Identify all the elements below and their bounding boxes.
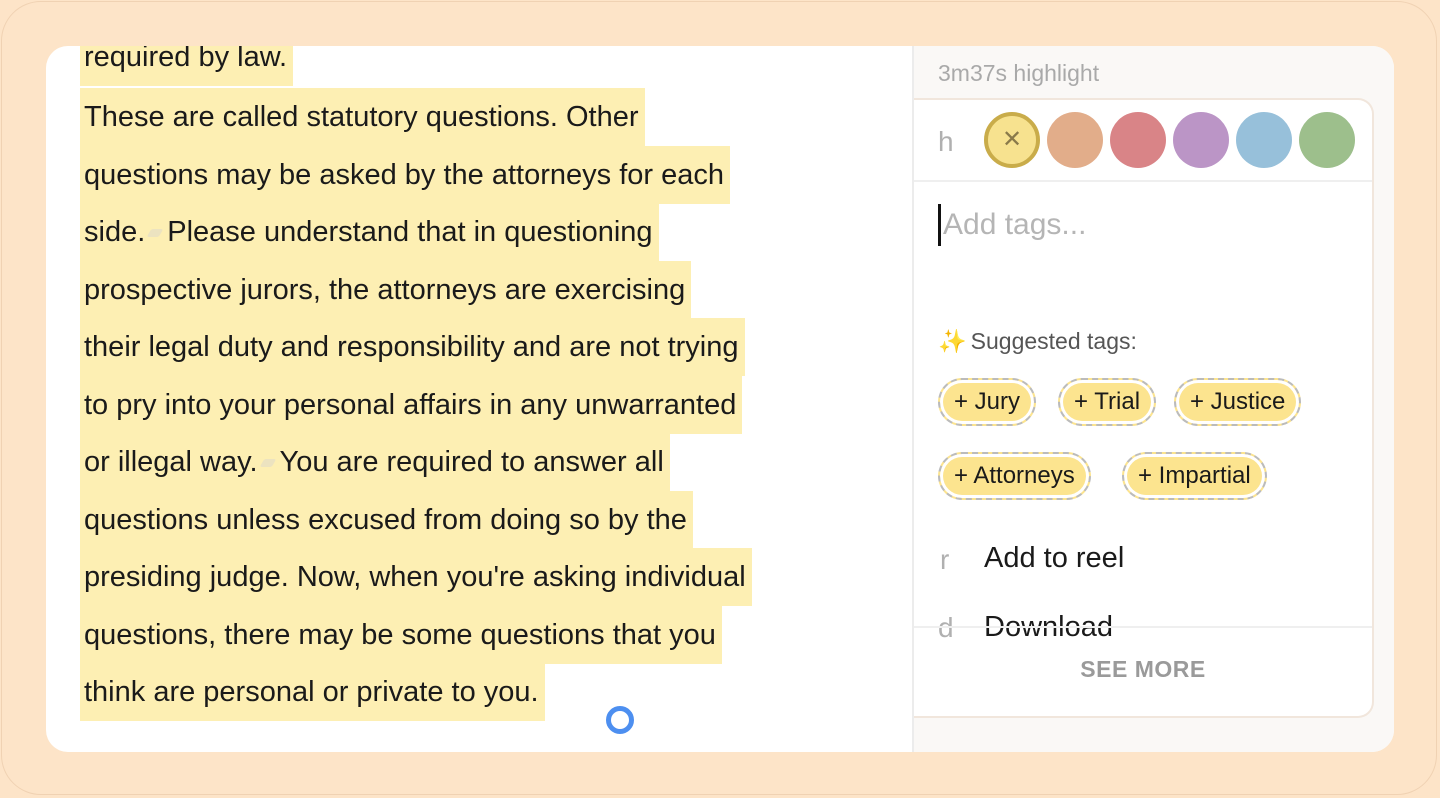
reel-hotkey-hint: r <box>940 544 950 575</box>
transcript-line[interactable]: presiding judge. Now, when you're asking… <box>80 548 752 606</box>
suggested-tags-label: ✨ Suggested tags: <box>938 328 1137 355</box>
color-swatch-blue[interactable] <box>1236 112 1292 168</box>
divider <box>914 180 1372 182</box>
transcript-line[interactable]: prospective jurors, the attorneys are ex… <box>80 261 692 319</box>
highlight-panel: 3m37s highlight h ✕ ✨Suggested tags: + J… <box>912 46 1394 752</box>
transcript-line[interactable]: their legal duty and responsibility and … <box>80 318 745 376</box>
transcript-text: side. <box>84 216 146 248</box>
suggested-tag-trial[interactable]: + Trial <box>1058 378 1157 426</box>
suggested-tags-text: Suggested tags: <box>970 328 1137 354</box>
color-hotkey-hint: h <box>938 126 954 157</box>
suggested-tag-justice[interactable]: + Justice <box>1174 378 1302 426</box>
color-swatch-red[interactable] <box>1110 112 1166 168</box>
segment-marker-icon <box>146 229 164 238</box>
suggested-tag-attorneys[interactable]: + Attorneys <box>938 452 1091 500</box>
content-card: required by law. These are called statut… <box>46 46 1394 752</box>
transcript-line[interactable]: questions, there may be some questions t… <box>80 606 722 664</box>
add-to-reel-button[interactable]: Add to reel <box>984 542 1124 575</box>
transcript-pane: required by law. These are called statut… <box>46 46 912 752</box>
transcript-line[interactable]: or illegal way. You are required to answe… <box>80 433 670 491</box>
transcript-line[interactable]: to pry into your personal affairs in any… <box>80 376 743 434</box>
highlight-duration-label: 3m37s highlight <box>938 60 1100 86</box>
suggested-tag-impartial[interactable]: + Impartial <box>1122 452 1267 500</box>
transcript-line[interactable]: questions may be asked by the attorneys … <box>80 146 730 204</box>
clear-color-icon: ✕ <box>1001 126 1023 153</box>
transcript-partial-line: required by law. <box>80 46 294 86</box>
transcript-line[interactable]: think are personal or private to you. <box>80 663 545 721</box>
transcript-line[interactable]: questions unless excused from doing so b… <box>80 491 693 549</box>
sparkle-icon: ✨ <box>938 328 967 354</box>
transcript-text: Please understand that in questioning <box>167 216 653 248</box>
highlight-options-card: h ✕ ✨Suggested tags: + Jury + Trial + Ju… <box>914 98 1374 718</box>
download-hotkey-hint: d <box>938 612 954 644</box>
tags-input[interactable] <box>938 204 1345 246</box>
see-more-button[interactable]: SEE MORE <box>914 656 1372 683</box>
transcript-text: You are required to answer all <box>279 446 664 478</box>
color-swatch-purple[interactable] <box>1173 112 1229 168</box>
color-swatch-peach[interactable] <box>1047 112 1103 168</box>
transcript-text: or illegal way. <box>84 446 258 478</box>
transcript-line[interactable]: These are called statutory questions. Ot… <box>80 88 645 146</box>
color-swatch-yellow[interactable]: ✕ <box>984 112 1040 168</box>
segment-marker-icon <box>259 459 276 468</box>
color-swatch-green[interactable] <box>1299 112 1355 168</box>
suggested-tag-jury[interactable]: + Jury <box>938 378 1037 426</box>
selection-handle-icon[interactable] <box>606 706 634 734</box>
footer-divider <box>914 626 1372 628</box>
transcript-line[interactable]: side. Please understand that in questioni… <box>80 203 659 261</box>
